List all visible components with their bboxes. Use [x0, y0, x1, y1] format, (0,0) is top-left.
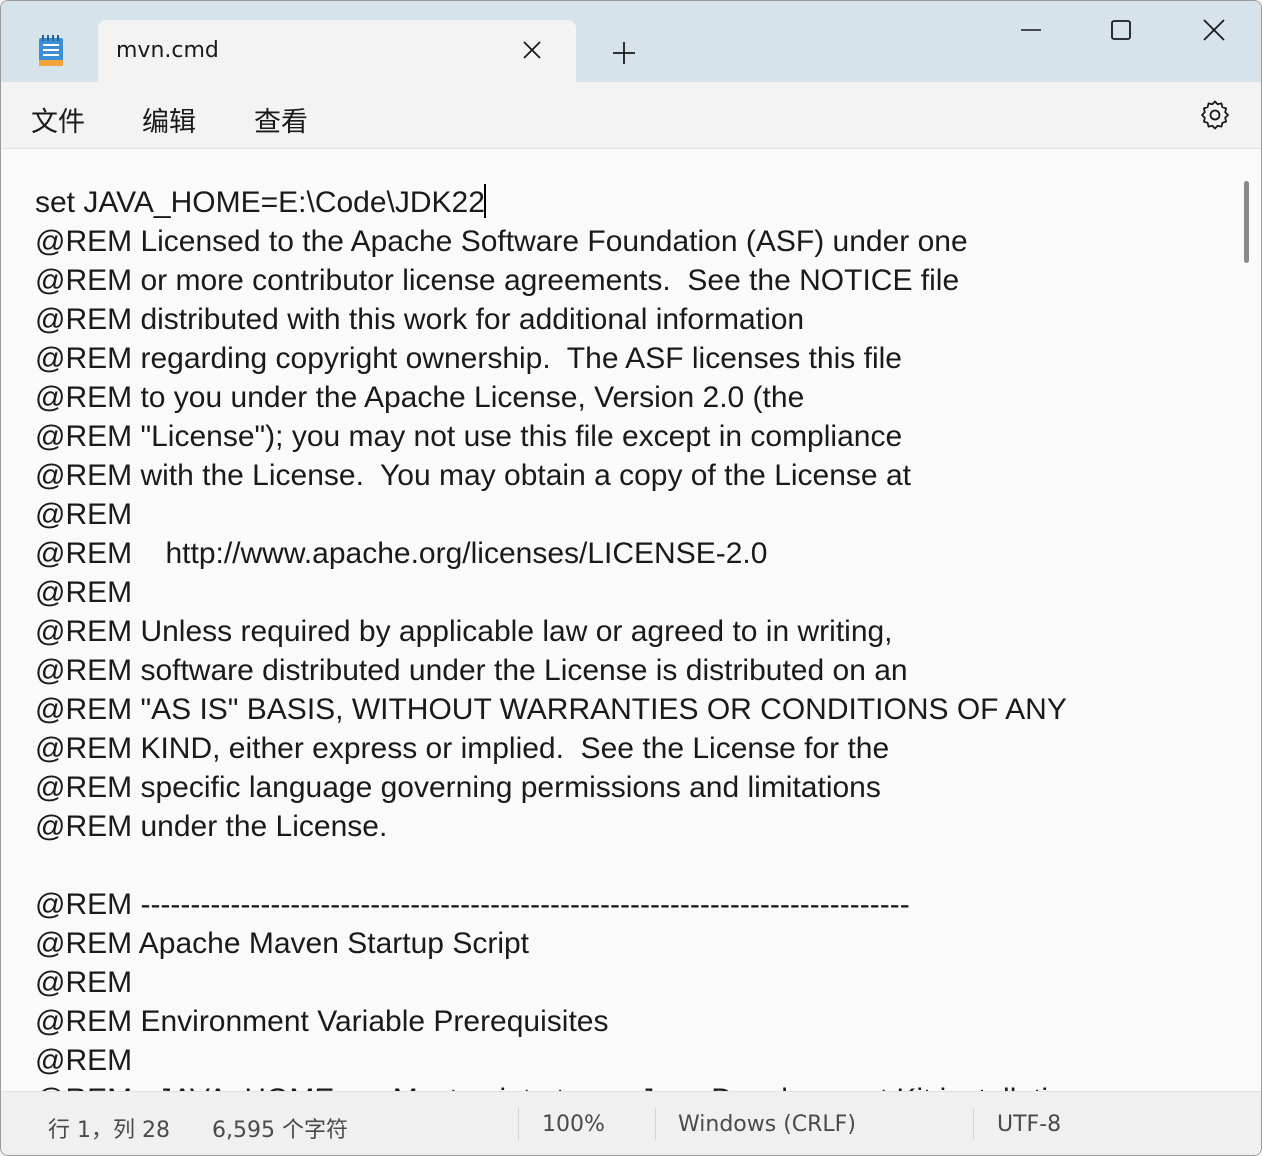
status-bar: 行 1，列 28 6,595 个字符 100% Windows (CRLF) U… [1, 1091, 1261, 1155]
cursor-position: 行 1，列 28 [48, 1118, 170, 1143]
zoom-level[interactable]: 100% [542, 1112, 605, 1137]
menu-view[interactable]: 查看 [254, 100, 308, 139]
notepad-app-icon [37, 34, 65, 68]
title-bar[interactable]: mvn.cmd [1, 1, 1261, 82]
maximize-icon[interactable] [1101, 13, 1141, 49]
scrollbar-thumb[interactable] [1244, 181, 1249, 263]
menu-bar: 文件 编辑 查看 [1, 82, 1261, 149]
notepad-window: mvn.cmd 文件 编辑 查看 set JAVA_HOME=E:\Code\J… [0, 0, 1262, 1156]
encoding[interactable]: UTF-8 [997, 1112, 1061, 1137]
minimize-icon[interactable] [1011, 13, 1051, 49]
tab-mvn-cmd[interactable]: mvn.cmd [98, 20, 576, 82]
window-close-icon[interactable] [1194, 13, 1234, 49]
character-count: 6,595 个字符 [212, 1118, 348, 1143]
text-caret [484, 184, 486, 218]
vertical-scrollbar[interactable] [1241, 149, 1261, 1091]
menu-file[interactable]: 文件 [31, 100, 85, 139]
editor-content[interactable]: set JAVA_HOME=E:\Code\JDK22 @REM License… [35, 183, 1090, 1091]
plus-icon[interactable] [610, 39, 638, 67]
status-divider [518, 1108, 519, 1140]
status-divider [655, 1108, 656, 1140]
status-divider [973, 1108, 974, 1140]
text-editor[interactable]: set JAVA_HOME=E:\Code\JDK22 @REM License… [1, 149, 1241, 1091]
menu-edit[interactable]: 编辑 [142, 100, 196, 139]
line-ending[interactable]: Windows (CRLF) [678, 1112, 856, 1137]
close-icon[interactable] [519, 37, 545, 63]
gear-icon[interactable] [1198, 98, 1232, 132]
tab-title: mvn.cmd [116, 38, 219, 63]
